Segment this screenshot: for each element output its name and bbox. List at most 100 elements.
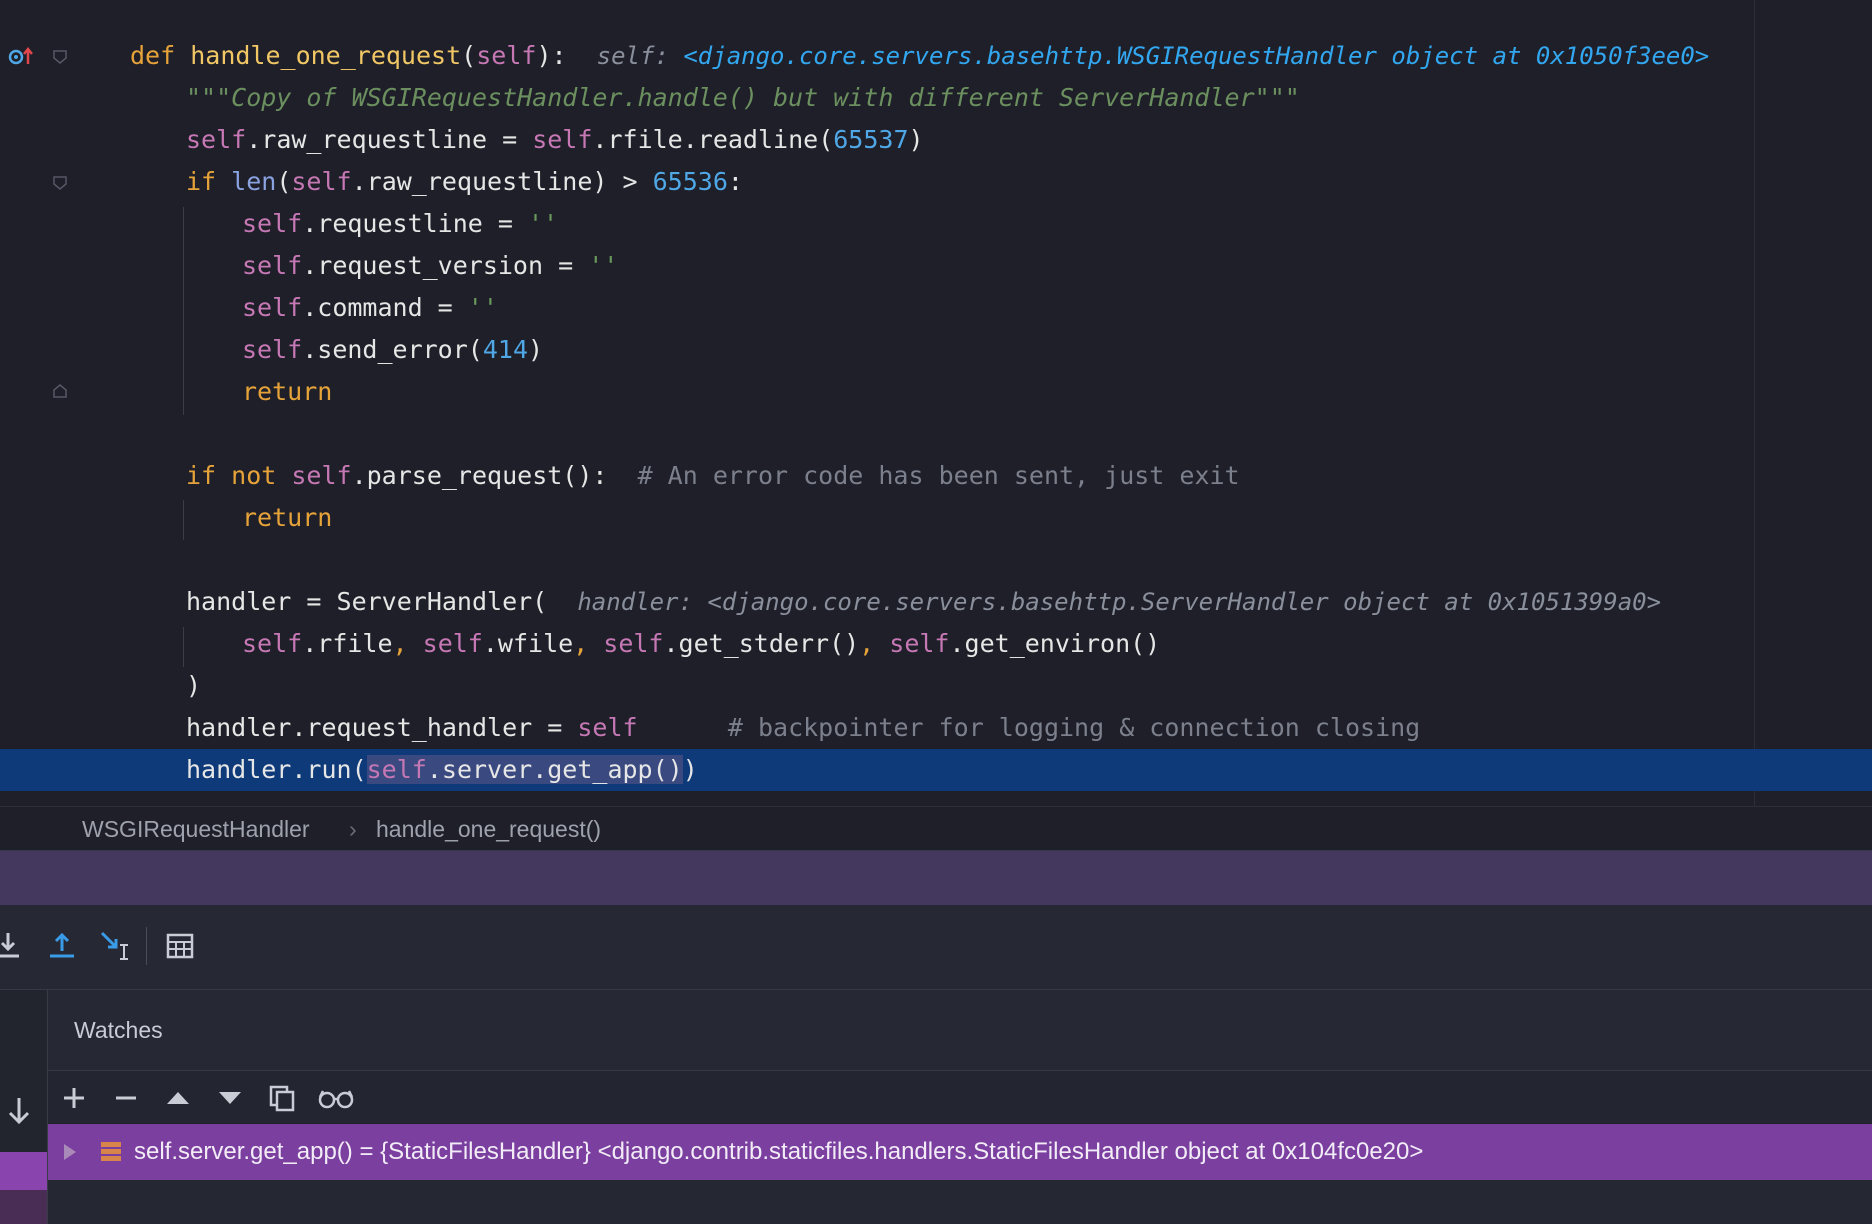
code-line[interactable]: return — [0, 371, 1872, 413]
code-token: ): — [536, 41, 597, 70]
code-token: self — [242, 293, 303, 322]
code-token: <django.core.servers.basehttp.WSGIReques… — [683, 42, 1710, 70]
code-token: self — [242, 209, 303, 238]
run-to-cursor-icon[interactable] — [98, 929, 132, 963]
code-line[interactable]: if len(self.raw_requestline) > 65536: — [0, 161, 1872, 203]
code-token: .send_error( — [302, 335, 483, 364]
code-line[interactable]: return — [0, 497, 1872, 539]
watches-empty-area — [48, 1180, 1872, 1224]
code-line[interactable]: handler = ServerHandler( handler: <djang… — [0, 581, 1872, 623]
code-token: if — [186, 167, 232, 196]
watches-toolbar — [48, 1071, 1872, 1123]
minus-icon[interactable] — [111, 1083, 141, 1113]
code-line-content: def handle_one_request(self): self: <dja… — [130, 35, 1709, 77]
code-line-content: self.command = '' — [242, 287, 498, 329]
code-token: .server.get_app() — [426, 755, 683, 784]
watch-item[interactable]: self.server.get_app() = {StaticFilesHand… — [48, 1124, 1872, 1180]
code-token: ( — [461, 41, 477, 70]
breadcrumb-separator: › — [349, 816, 357, 842]
code-token: self: — [596, 42, 684, 70]
code-token: handler.run( — [186, 755, 367, 784]
watches-title: Watches — [74, 1017, 163, 1043]
copy-icon[interactable] — [267, 1083, 297, 1113]
code-line-content: if len(self.raw_requestline) > 65536: — [186, 161, 743, 203]
plus-icon[interactable] — [59, 1083, 89, 1113]
code-token: 65536 — [652, 167, 728, 196]
code-token: self — [577, 713, 638, 742]
code-line-content: handler.run(self.server.get_app()) — [186, 749, 698, 791]
code-line-content: ) — [186, 665, 201, 707]
code-token: # backpointer for logging & connection c… — [727, 713, 1421, 742]
code-line[interactable]: self.command = '' — [0, 287, 1872, 329]
code-line-content: return — [242, 497, 332, 539]
code-token: self — [291, 461, 352, 490]
code-line-content: self.rfile, self.wfile, self.get_stderr(… — [242, 623, 1160, 665]
code-line-content: handler = ServerHandler( handler: <djang… — [186, 581, 1661, 623]
code-line[interactable]: self.request_version = '' — [0, 245, 1872, 287]
code-token: self — [889, 629, 950, 658]
code-token: handle_one_request — [190, 41, 462, 70]
code-line[interactable]: if not self.parse_request(): # An error … — [0, 455, 1872, 497]
breadcrumb-class[interactable]: WSGIRequestHandler — [82, 816, 310, 843]
code-line[interactable] — [0, 413, 1872, 455]
code-token: .request_version = — [302, 251, 589, 280]
watch-expression: self.server.get_app() = {StaticFilesHand… — [134, 1138, 1424, 1165]
code-token: .command = — [302, 293, 468, 322]
glasses-icon[interactable] — [316, 1083, 356, 1113]
code-token: self — [366, 755, 427, 784]
code-token: '' — [467, 293, 498, 322]
code-line[interactable]: ) — [0, 665, 1872, 707]
code-token: self — [242, 629, 303, 658]
code-token: return — [242, 377, 333, 406]
arrow-down-icon[interactable] — [2, 1094, 36, 1128]
watches-header: Watches — [48, 990, 1872, 1071]
code-token: self — [291, 167, 352, 196]
code-token: .get_environ() — [949, 629, 1161, 658]
code-line[interactable]: self.send_error(414) — [0, 329, 1872, 371]
code-token: ) — [528, 335, 544, 364]
code-line[interactable]: handler.run(self.server.get_app()) — [0, 749, 1872, 791]
step-out-icon[interactable] — [45, 929, 79, 963]
code-token: .get_stderr() — [663, 629, 860, 658]
code-token: self — [422, 629, 483, 658]
code-token: ( — [276, 167, 292, 196]
code-line-content: if not self.parse_request(): # An error … — [186, 455, 1240, 497]
triangle-right-icon[interactable] — [60, 1140, 80, 1164]
code-token: '' — [528, 209, 559, 238]
triangle-down-icon[interactable] — [215, 1083, 245, 1113]
code-token: , — [859, 629, 890, 658]
code-token: .rfile.readline( — [592, 125, 834, 154]
code-token: , — [392, 629, 423, 658]
code-token: self — [242, 335, 303, 364]
breadcrumb: WSGIRequestHandler › handle_one_request(… — [0, 806, 1872, 851]
code-token: len — [231, 167, 277, 196]
code-line[interactable] — [0, 539, 1872, 581]
breadcrumb-method[interactable]: handle_one_request() — [376, 816, 601, 843]
code-token: handler = ServerHandler( — [186, 587, 578, 616]
code-token: ) — [682, 755, 698, 784]
code-line-content: self.raw_requestline = self.rfile.readli… — [186, 119, 924, 161]
code-token: self — [603, 629, 664, 658]
code-token: if not — [186, 461, 292, 490]
code-line[interactable]: self.raw_requestline = self.rfile.readli… — [0, 119, 1872, 161]
toolbar-divider — [146, 927, 147, 965]
code-token: .parse_request(): — [351, 461, 638, 490]
code-token: 65537 — [833, 125, 909, 154]
code-line[interactable]: handler.request_handler = self # backpoi… — [0, 707, 1872, 749]
code-token: .raw_requestline) > — [351, 167, 653, 196]
code-token: def — [130, 41, 191, 70]
frame-selection-secondary — [0, 1190, 47, 1224]
code-token: : — [727, 167, 743, 196]
step-into-icon[interactable] — [0, 929, 28, 963]
code-line[interactable]: self.rfile, self.wfile, self.get_stderr(… — [0, 623, 1872, 665]
code-token: ) — [908, 125, 924, 154]
code-line[interactable]: def handle_one_request(self): self: <dja… — [0, 35, 1872, 77]
code-editor[interactable]: def handle_one_request(self): self: <dja… — [0, 0, 1872, 806]
triangle-up-icon[interactable] — [163, 1083, 193, 1113]
code-line[interactable]: self.requestline = '' — [0, 203, 1872, 245]
code-token: # An error code has been sent, just exit — [637, 461, 1240, 490]
table-icon[interactable] — [163, 929, 197, 963]
code-line[interactable]: """Copy of WSGIRequestHandler.handle() b… — [0, 77, 1872, 119]
code-token: """Copy of WSGIRequestHandler.handle() b… — [186, 83, 1300, 112]
